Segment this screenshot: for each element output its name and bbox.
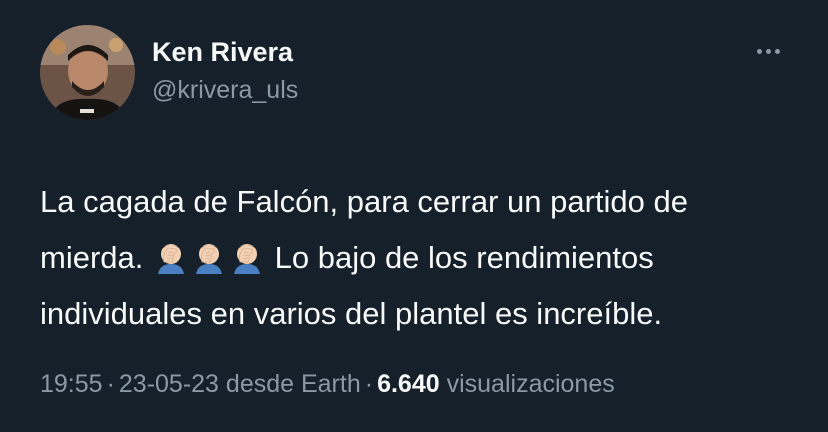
tweet-line: individuales en varios del plantel es in… — [40, 296, 663, 331]
tweet-text-segment: mierda. — [40, 240, 144, 275]
tweet-date[interactable]: 23-05-23 — [119, 370, 219, 398]
user-handle[interactable]: @krivera_uls — [152, 73, 298, 107]
separator: · — [364, 370, 374, 398]
tweet-line: mierda. Lo bajo de los rendimientos — [40, 230, 800, 286]
facepalm-emoji — [154, 236, 188, 274]
views-count[interactable]: 6.640 — [377, 370, 440, 398]
tweet-header: Ken Rivera @krivera_uls — [40, 25, 788, 125]
more-horizontal-icon[interactable] — [748, 39, 788, 63]
more-dot — [756, 48, 762, 54]
views-label[interactable]: visualizaciones — [447, 370, 615, 398]
more-dot — [765, 48, 771, 54]
display-name[interactable]: Ken Rivera — [152, 35, 298, 69]
tweet-line: La cagada de Falcón, para cerrar un part… — [40, 184, 688, 219]
avatar[interactable] — [40, 25, 135, 120]
facepalm-emoji — [192, 236, 226, 274]
tweet-source: desde Earth — [225, 370, 361, 398]
more-dot — [774, 48, 780, 54]
tweet-time[interactable]: 19:55 — [40, 370, 103, 398]
avatar-photo — [40, 25, 135, 120]
tweet-meta: 19:55 · 23-05-23 desde Earth · 6.640 visuali… — [40, 370, 615, 399]
tweet-text: La cagada de Falcón, para cerrar un part… — [40, 174, 800, 342]
facepalm-emoji — [230, 236, 264, 274]
separator: · — [106, 370, 115, 398]
tweet-text-segment: Lo bajo de los rendimientos — [274, 240, 654, 275]
